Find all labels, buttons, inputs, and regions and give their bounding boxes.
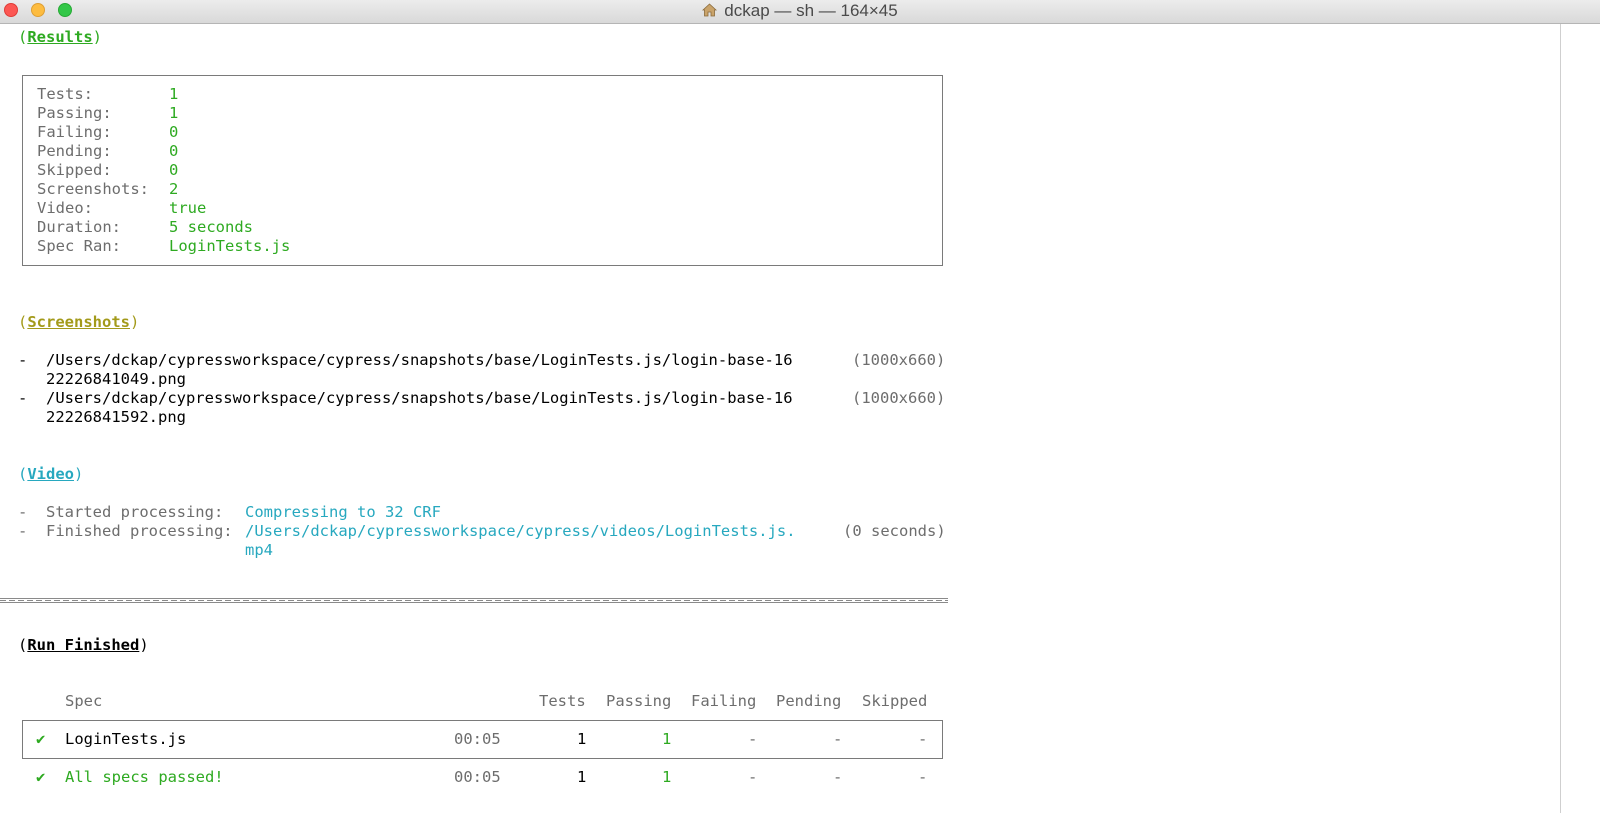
results-value: 0 bbox=[169, 142, 179, 160]
screenshot-path-cont[interactable]: 22226841049.png bbox=[46, 370, 186, 389]
results-value: 1 bbox=[169, 85, 179, 103]
video-heading: (Video) bbox=[18, 465, 84, 483]
video-processing-time: (0 seconds) bbox=[843, 522, 946, 540]
section-divider bbox=[0, 598, 948, 603]
col-header-spec: Spec bbox=[65, 692, 103, 710]
adjacent-window-edge bbox=[1560, 24, 1600, 813]
summary-duration: 00:05 bbox=[454, 768, 501, 786]
results-value: 0 bbox=[169, 123, 179, 141]
window-title-container: dckap — sh — 164×45 bbox=[0, 1, 1600, 21]
run-finished-heading: (Run Finished) bbox=[18, 636, 149, 654]
results-value: 5 seconds bbox=[169, 218, 253, 236]
home-icon bbox=[702, 3, 718, 17]
spec-name: LoginTests.js bbox=[65, 730, 187, 748]
col-header-passing: Passing bbox=[606, 692, 672, 710]
results-label: Tests: bbox=[37, 85, 93, 103]
screenshots-heading: (Screenshots) bbox=[18, 313, 140, 331]
results-value: 1 bbox=[169, 104, 179, 122]
spec-duration: 00:05 bbox=[454, 730, 501, 748]
results-label: Screenshots: bbox=[37, 180, 149, 198]
summary-label: All specs passed! bbox=[65, 768, 224, 786]
col-header-skipped: Skipped bbox=[862, 692, 928, 710]
results-label: Video: bbox=[37, 199, 93, 217]
spec-pending: - bbox=[833, 730, 843, 748]
results-label: Skipped: bbox=[37, 161, 112, 179]
results-value: LoginTests.js bbox=[169, 237, 291, 255]
bullet-dash: - bbox=[18, 522, 28, 540]
results-value: true bbox=[169, 199, 207, 217]
window-title: dckap — sh — 164×45 bbox=[724, 1, 898, 20]
spec-passing: 1 bbox=[662, 730, 672, 748]
video-started-label: Started processing: bbox=[46, 503, 224, 521]
video-started-value: Compressing to 32 CRF bbox=[245, 503, 441, 521]
results-label: Pending: bbox=[37, 142, 112, 160]
results-heading: (Results) bbox=[18, 28, 103, 46]
video-file-path[interactable]: /Users/dckap/cypressworkspace/cypress/vi… bbox=[245, 522, 796, 541]
results-box bbox=[22, 75, 943, 266]
check-icon: ✔ bbox=[36, 768, 46, 786]
spec-failing: - bbox=[748, 730, 758, 748]
results-label: Spec Ran: bbox=[37, 237, 121, 255]
results-value: 2 bbox=[169, 180, 179, 198]
col-header-tests: Tests bbox=[539, 692, 586, 710]
col-header-failing: Failing bbox=[691, 692, 757, 710]
summary-pending: - bbox=[833, 768, 843, 786]
bullet-dash: - bbox=[18, 503, 28, 521]
screenshot-size: (1000x660) bbox=[852, 389, 946, 407]
results-label: Failing: bbox=[37, 123, 112, 141]
video-finished-label: Finished processing: bbox=[46, 522, 233, 540]
window-titlebar: dckap — sh — 164×45 bbox=[0, 0, 1600, 24]
spec-tests: 1 bbox=[577, 730, 587, 748]
bullet-dash: - bbox=[18, 351, 28, 369]
screenshot-path[interactable]: /Users/dckap/cypressworkspace/cypress/sn… bbox=[46, 389, 793, 408]
screenshot-path-cont[interactable]: 22226841592.png bbox=[46, 408, 186, 427]
video-file-path-cont[interactable]: mp4 bbox=[245, 541, 273, 560]
results-label: Duration: bbox=[37, 218, 121, 236]
bullet-dash: - bbox=[18, 389, 28, 407]
summary-skipped: - bbox=[918, 768, 928, 786]
col-header-pending: Pending bbox=[776, 692, 842, 710]
summary-tests: 1 bbox=[577, 768, 587, 786]
screenshot-path[interactable]: /Users/dckap/cypressworkspace/cypress/sn… bbox=[46, 351, 793, 370]
spec-skipped: - bbox=[918, 730, 928, 748]
summary-passing: 1 bbox=[662, 768, 672, 786]
summary-failing: - bbox=[748, 768, 758, 786]
results-label: Passing: bbox=[37, 104, 112, 122]
check-icon: ✔ bbox=[36, 730, 46, 748]
results-value: 0 bbox=[169, 161, 179, 179]
screenshot-size: (1000x660) bbox=[852, 351, 946, 369]
